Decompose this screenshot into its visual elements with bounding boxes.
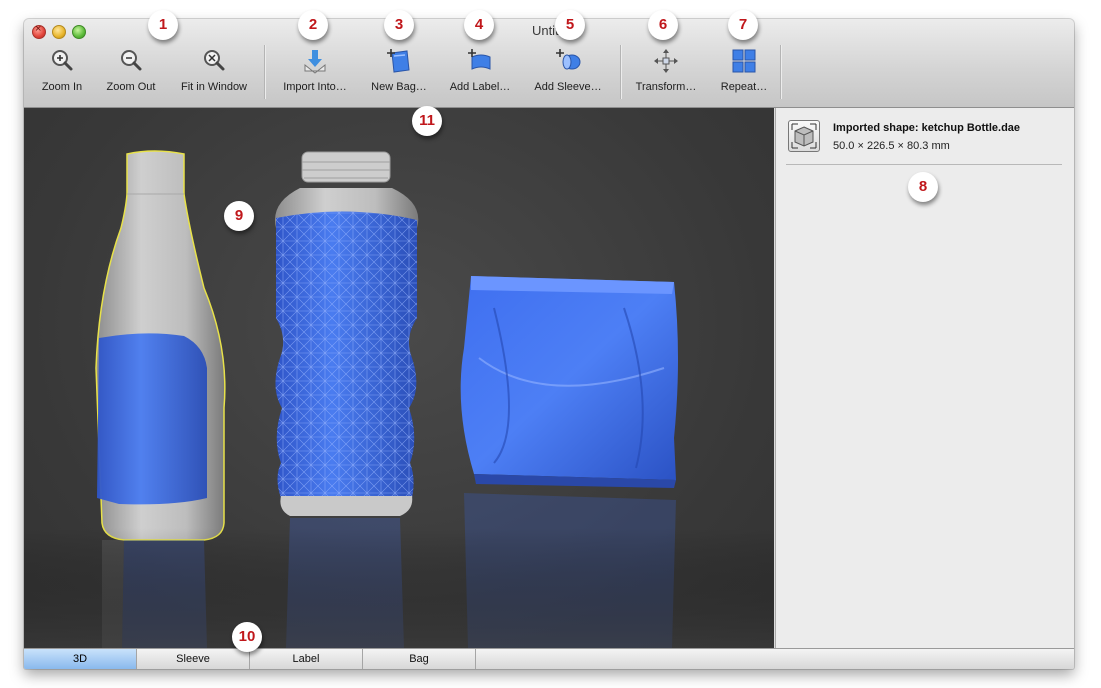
tab-label[interactable]: Label (250, 649, 363, 669)
3d-viewport[interactable] (24, 108, 774, 648)
fit-window-label: Fit in Window (180, 81, 248, 93)
toolbar: Untitled Zoom In Zoom Out (24, 19, 1074, 108)
transform-button[interactable]: Transform… (630, 47, 702, 99)
transform-icon (654, 49, 678, 73)
new-bag-icon (387, 49, 410, 73)
toolbar-separator (620, 45, 622, 99)
cube-icon (788, 120, 820, 152)
import-into-label: Import Into… (283, 81, 347, 93)
divider (786, 164, 1062, 165)
scene-render[interactable] (24, 108, 774, 648)
add-label-button[interactable]: Add Label… (444, 47, 516, 99)
callout-badge: 5 (555, 10, 585, 40)
tab-sleeve[interactable]: Sleeve (137, 649, 250, 669)
callout-badge: 7 (728, 10, 758, 40)
shape-title: Imported shape: ketchup Bottle.dae (833, 122, 1021, 134)
callout-badge: 10 (232, 622, 262, 652)
shape-dimensions: 50.0 × 226.5 × 80.3 mm (833, 140, 950, 152)
zoom-out-label: Zoom Out (106, 81, 156, 93)
callout-badge: 1 (148, 10, 178, 40)
app-window: Untitled Zoom In Zoom Out (24, 19, 1074, 669)
repeat-label: Repeat… (720, 81, 768, 93)
close-window-button[interactable] (32, 23, 46, 39)
zoom-in-button[interactable]: Zoom In (34, 47, 90, 99)
add-sleeve-icon (556, 49, 581, 70)
add-label-icon (468, 49, 491, 70)
import-icon (304, 50, 326, 74)
repeat-button[interactable]: Repeat… (716, 47, 772, 99)
fit-window-icon (204, 50, 225, 71)
callout-badge: 4 (464, 10, 494, 40)
zoom-in-label: Zoom In (41, 81, 83, 93)
fit-window-button[interactable]: Fit in Window (174, 47, 254, 99)
callout-badge: 9 (224, 201, 254, 231)
view-tab-bar: 3D Sleeve Label Bag (24, 648, 1074, 669)
zoom-out-button[interactable]: Zoom Out (100, 47, 162, 99)
add-sleeve-label: Add Sleeve… (534, 81, 602, 93)
new-bag-label: New Bag… (371, 81, 427, 93)
callout-badge: 3 (384, 10, 414, 40)
callout-badge: 6 (648, 10, 678, 40)
toolbar-separator (264, 45, 266, 99)
minimize-window-button[interactable] (52, 25, 66, 39)
tab-3d[interactable]: 3D (24, 649, 137, 669)
callout-badge: 2 (298, 10, 328, 40)
repeat-icon (732, 49, 756, 73)
import-into-button[interactable]: Import Into… (278, 47, 352, 99)
callout-badge: 11 (412, 106, 442, 136)
callout-badge: 8 (908, 172, 938, 202)
zoom-out-icon (121, 50, 142, 71)
new-bag-button[interactable]: New Bag… (366, 47, 432, 99)
zoom-window-button[interactable] (72, 25, 86, 39)
toolbar-separator (780, 45, 782, 99)
add-sleeve-button[interactable]: Add Sleeve… (528, 47, 608, 99)
add-label-label: Add Label… (449, 81, 511, 93)
transform-label: Transform… (635, 81, 697, 93)
tab-bag[interactable]: Bag (363, 649, 476, 669)
zoom-in-icon (52, 50, 73, 71)
